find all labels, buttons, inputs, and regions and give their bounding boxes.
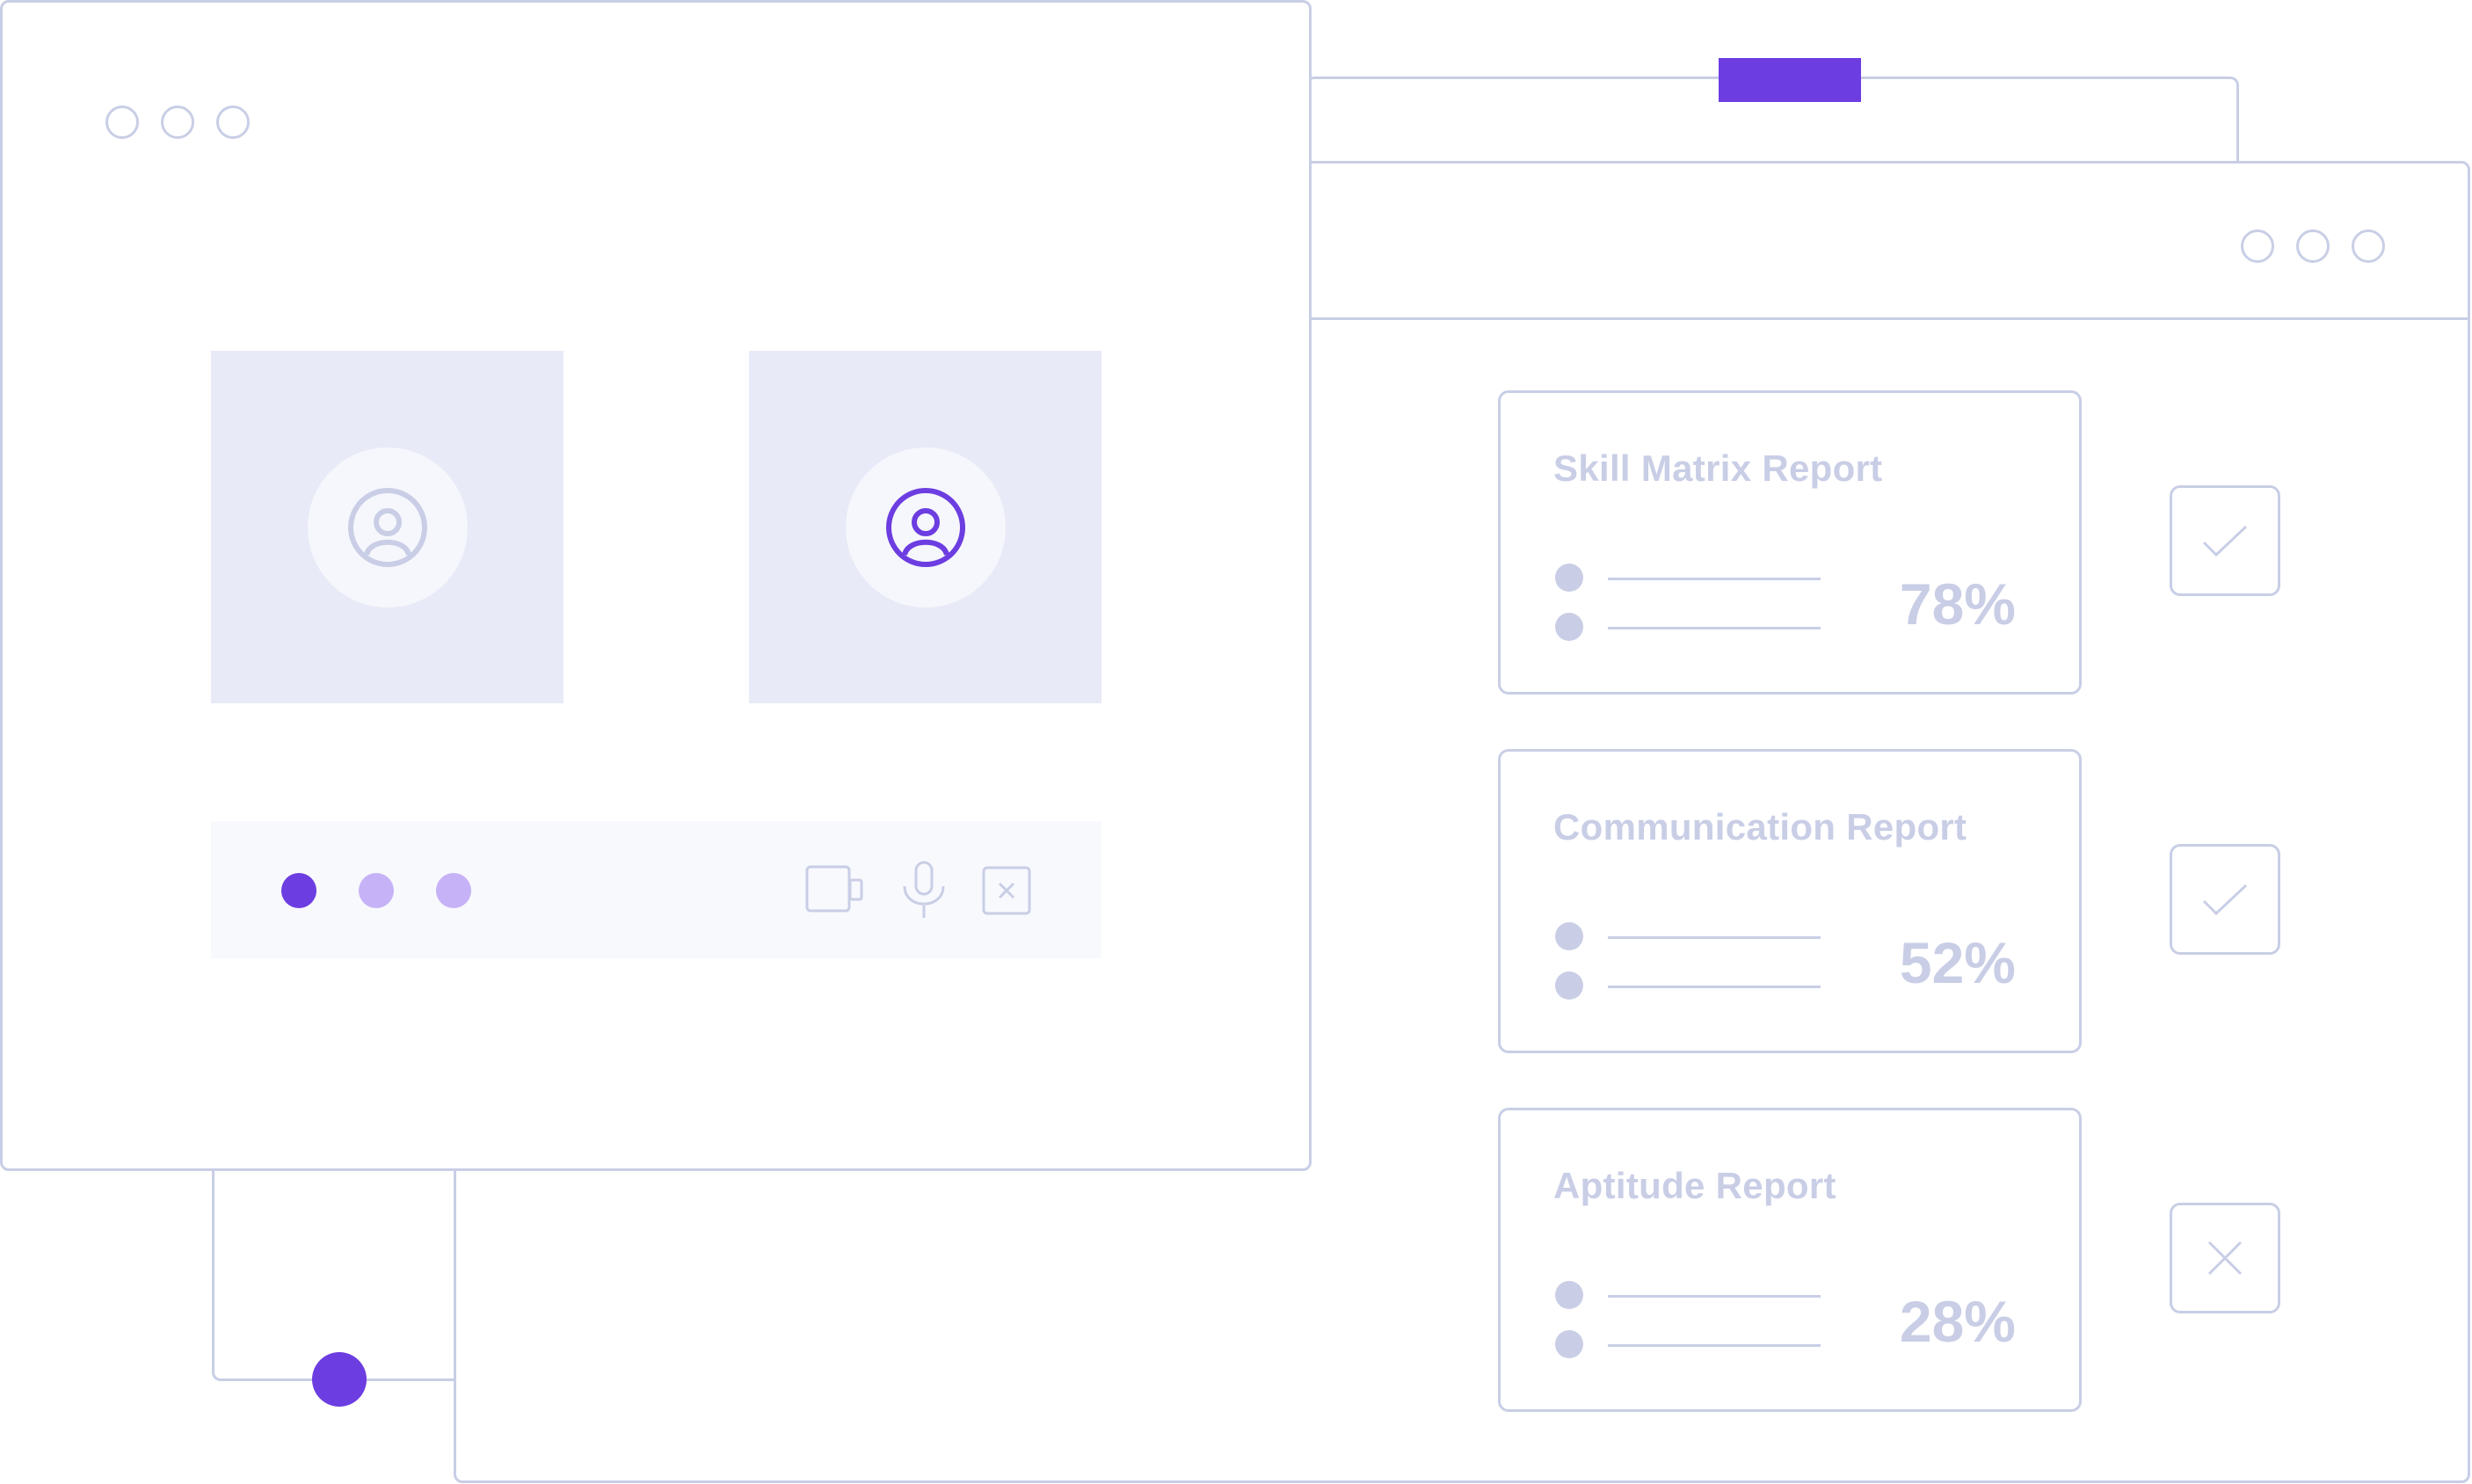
accent-tab bbox=[1719, 58, 1861, 102]
video-window-control-1[interactable] bbox=[105, 105, 139, 139]
report-title: Skill Matrix Report bbox=[1553, 447, 1883, 489]
participant-tile[interactable] bbox=[211, 351, 563, 703]
report-title: Communication Report bbox=[1553, 806, 1967, 847]
list-line bbox=[1608, 986, 1821, 988]
video-camera-icon[interactable] bbox=[805, 862, 865, 915]
avatar bbox=[846, 447, 1006, 607]
list-line bbox=[1608, 936, 1821, 939]
status-dot bbox=[436, 873, 471, 908]
avatar bbox=[308, 447, 468, 607]
report-percent: 78% bbox=[1899, 571, 2016, 637]
video-window-control-3[interactable] bbox=[216, 105, 250, 139]
report-title: Aptitude Report bbox=[1553, 1165, 1836, 1206]
list-bullet bbox=[1555, 922, 1583, 950]
list-line bbox=[1608, 627, 1821, 629]
participant-tile-active[interactable] bbox=[749, 351, 1101, 703]
report-percent: 52% bbox=[1899, 930, 2016, 995]
user-icon bbox=[886, 488, 965, 567]
video-window-control-2[interactable] bbox=[161, 105, 194, 139]
microphone-icon[interactable] bbox=[900, 860, 948, 920]
video-call-window bbox=[0, 0, 1312, 1171]
report-window-control-1[interactable] bbox=[2241, 229, 2274, 263]
list-line bbox=[1608, 1344, 1821, 1347]
report-window-control-2[interactable] bbox=[2296, 229, 2330, 263]
call-control-bar bbox=[211, 821, 1101, 958]
end-call-icon[interactable] bbox=[981, 865, 1034, 916]
check-icon bbox=[2202, 884, 2248, 916]
report-status-checkbox[interactable] bbox=[2170, 1203, 2280, 1313]
report-status-checkbox[interactable] bbox=[2170, 485, 2280, 596]
report-card-communication[interactable]: Communication Report 52% bbox=[1498, 749, 2082, 1053]
connector-line bbox=[212, 1160, 458, 1381]
list-bullet bbox=[1555, 564, 1583, 592]
list-bullet bbox=[1555, 613, 1583, 641]
user-icon bbox=[348, 488, 427, 567]
status-dot bbox=[359, 873, 394, 908]
report-window-control-3[interactable] bbox=[2352, 229, 2385, 263]
list-bullet bbox=[1555, 1330, 1583, 1358]
list-line bbox=[1608, 578, 1821, 580]
status-dot bbox=[281, 873, 316, 908]
list-line bbox=[1608, 1295, 1821, 1298]
check-icon bbox=[2202, 525, 2248, 557]
list-bullet bbox=[1555, 1281, 1583, 1309]
list-bullet bbox=[1555, 971, 1583, 1000]
report-status-checkbox[interactable] bbox=[2170, 844, 2280, 955]
report-card-skill-matrix[interactable]: Skill Matrix Report 78% bbox=[1498, 390, 2082, 695]
report-card-aptitude[interactable]: Aptitude Report 28% bbox=[1498, 1108, 2082, 1412]
report-percent: 28% bbox=[1899, 1289, 2016, 1354]
cross-icon bbox=[2207, 1240, 2243, 1276]
connector-node bbox=[312, 1352, 367, 1407]
